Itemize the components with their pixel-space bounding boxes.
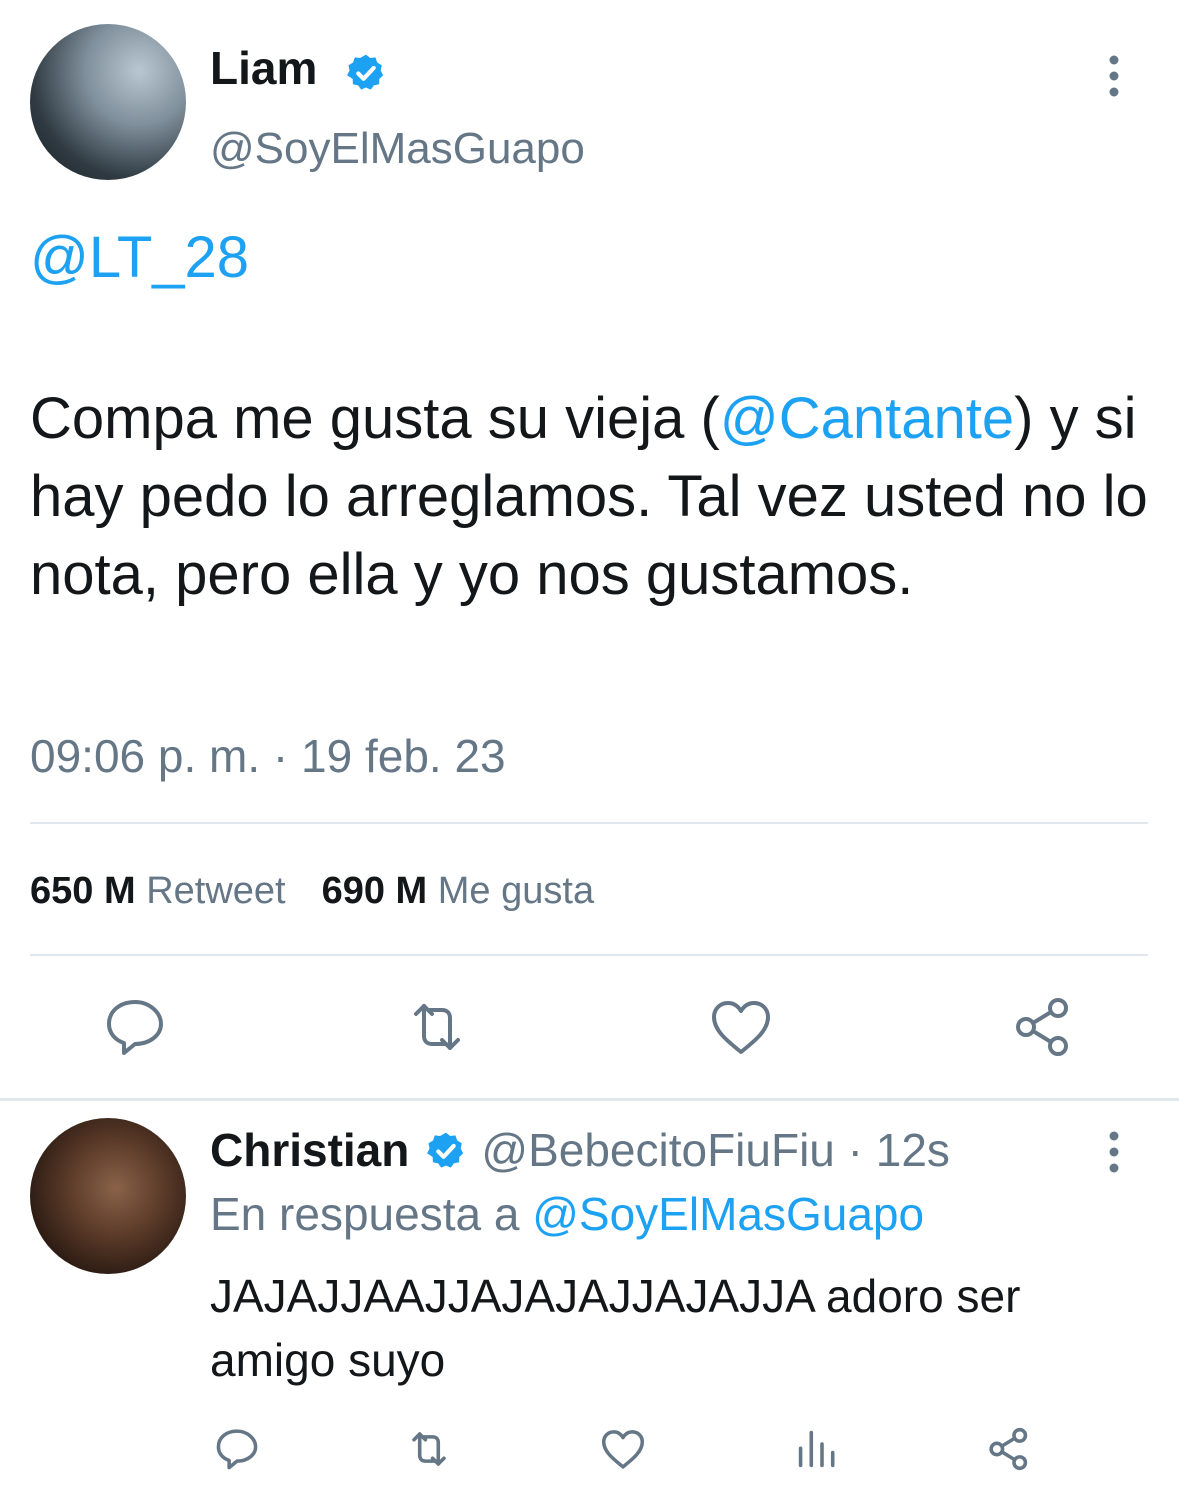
more-vertical-icon[interactable]: [1096, 54, 1132, 98]
reply-to-link[interactable]: @SoyElMasGuapo: [532, 1188, 924, 1240]
retweet-icon[interactable]: [404, 1424, 454, 1474]
verified-badge-icon: [345, 52, 387, 94]
like-label: Me gusta: [437, 870, 595, 912]
heart-icon[interactable]: [706, 992, 776, 1062]
retweet-label: Retweet: [146, 870, 286, 912]
tweet-timestamp[interactable]: 09:06 p. m. · 19 feb. 23: [30, 728, 506, 784]
reply-prefix: En respuesta a: [210, 1188, 533, 1240]
retweet-icon[interactable]: [402, 992, 472, 1062]
retweets-stat[interactable]: 650 M Retweet: [30, 870, 286, 912]
heart-icon[interactable]: [598, 1424, 648, 1474]
divider: [30, 822, 1148, 824]
reply-author-avatar[interactable]: [30, 1118, 186, 1274]
more-vertical-icon[interactable]: [1096, 1130, 1132, 1174]
comment-icon[interactable]: [212, 1424, 262, 1474]
reply-header: Christian @BebecitoFiuFiu · 12s: [210, 1122, 950, 1178]
engagement-stats: 650 M Retweet 690 M Me gusta: [30, 866, 594, 916]
author-name[interactable]: Liam: [210, 40, 317, 96]
mention-link[interactable]: @LT_28: [30, 224, 249, 292]
share-icon[interactable]: [984, 1424, 1034, 1474]
author-handle[interactable]: @SoyElMasGuapo: [210, 122, 585, 176]
tweet-text-part1: Compa me gusta su vieja (: [30, 386, 720, 451]
mention-cantante-link[interactable]: @Cantante: [720, 386, 1014, 451]
reply-handle-time[interactable]: @BebecitoFiuFiu · 12s: [481, 1124, 950, 1176]
analytics-icon[interactable]: [792, 1424, 842, 1474]
reply-author-name[interactable]: Christian: [210, 1124, 409, 1176]
like-count: 690 M: [321, 870, 428, 912]
verified-badge-icon: [425, 1130, 467, 1172]
reply-text: JAJAJJAAJJAJAJAJJAJAJJA adoro ser amigo …: [210, 1270, 1021, 1386]
divider: [0, 1098, 1179, 1101]
replying-to: En respuesta a @SoyElMasGuapo: [210, 1186, 924, 1242]
likes-stat[interactable]: 690 M Me gusta: [322, 870, 595, 912]
author-avatar[interactable]: [30, 24, 186, 180]
tweet-text: Compa me gusta su vieja (@Cantante) y si…: [30, 380, 1150, 614]
comment-icon[interactable]: [100, 992, 170, 1062]
retweet-count: 650 M: [30, 870, 136, 912]
share-icon[interactable]: [1008, 992, 1078, 1062]
divider: [30, 954, 1148, 956]
